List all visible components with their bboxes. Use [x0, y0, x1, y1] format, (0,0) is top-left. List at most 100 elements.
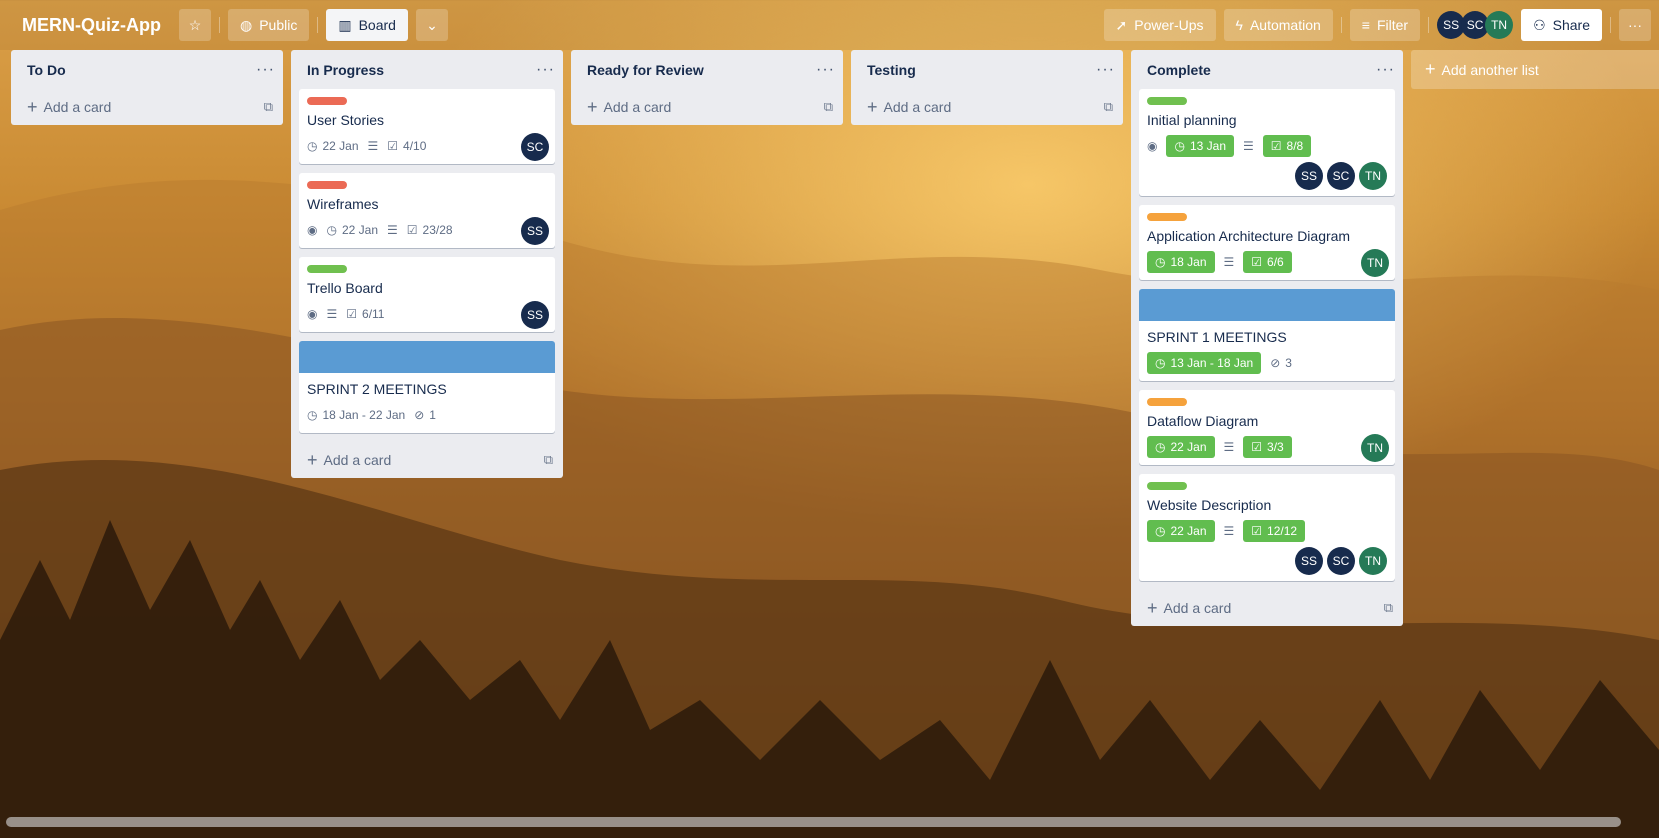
board-view-label: Board: [358, 17, 396, 33]
card-initial-planning[interactable]: Initial planning ◉ ◷ 13 Jan ☰ ☑ 8/8 SS SC …: [1139, 89, 1395, 196]
share-button[interactable]: ⚇ Share: [1521, 9, 1602, 41]
automation-button[interactable]: ϟ Automation: [1223, 9, 1333, 41]
due-date-badge[interactable]: ◷ 13 Jan: [1166, 135, 1234, 157]
plus-icon: +: [1425, 59, 1436, 79]
avatar[interactable]: SS: [1295, 547, 1323, 575]
checkbox-icon: ☑: [387, 139, 399, 153]
avatar[interactable]: TN: [1485, 11, 1514, 39]
star-button[interactable]: ☆: [178, 9, 211, 41]
avatar[interactable]: SS: [1295, 162, 1323, 190]
checklist-text: 6/11: [362, 307, 385, 321]
card-badges: ◷ 18 Jan ☰ ☑ 6/6: [1147, 250, 1387, 274]
attachment-count: 1: [429, 408, 436, 422]
view-switcher-button[interactable]: ⌄: [415, 9, 448, 41]
avatar[interactable]: SC: [1327, 547, 1355, 575]
more-icon[interactable]: ···: [816, 61, 835, 79]
list-header[interactable]: Complete ···: [1131, 50, 1403, 89]
avatar[interactable]: TN: [1361, 434, 1389, 462]
add-card-button[interactable]: + Add a card ⧉: [291, 442, 563, 478]
list-header[interactable]: To Do ···: [11, 50, 283, 89]
list-title[interactable]: In Progress: [307, 62, 384, 78]
add-card-button[interactable]: + Add a card ⧉: [1131, 590, 1403, 626]
board-menu-button[interactable]: ···: [1619, 9, 1651, 41]
card-members: TN: [1361, 249, 1389, 277]
add-card-button[interactable]: + Add a card ⧉: [11, 89, 283, 125]
card-sprint-2-meetings[interactable]: SPRINT 2 MEETINGS ◷ 18 Jan - 22 Jan ⊘ 1: [299, 341, 555, 433]
paperclip-icon: ⊘: [414, 408, 425, 422]
card-template-icon[interactable]: ⧉: [1384, 600, 1393, 616]
add-list-button[interactable]: + Add another list: [1411, 50, 1659, 89]
list-header[interactable]: In Progress ···: [291, 50, 563, 89]
more-icon[interactable]: ···: [256, 61, 275, 79]
list-header[interactable]: Ready for Review ···: [571, 50, 843, 89]
card-title: Website Description: [1147, 497, 1272, 513]
card-template-icon[interactable]: ⧉: [1104, 99, 1113, 115]
card-dataflow-diagram[interactable]: Dataflow Diagram ◷ 22 Jan ☰ ☑ 3/3 TN: [1139, 390, 1395, 465]
due-date-badge[interactable]: ◷ 18 Jan - 22 Jan: [307, 408, 405, 422]
card-wireframes[interactable]: Wireframes ◉ ◷ 22 Jan ☰ ☑ 23/28 SS: [299, 173, 555, 248]
card-label-green[interactable]: [307, 265, 347, 273]
card-label-orange[interactable]: [1147, 213, 1187, 221]
header-divider: [1428, 17, 1430, 33]
card-template-icon[interactable]: ⧉: [264, 99, 273, 115]
avatar[interactable]: SC: [521, 133, 549, 161]
card-application-architecture-diagram[interactable]: Application Architecture Diagram ◷ 18 Jan…: [1139, 205, 1395, 280]
card-template-icon[interactable]: ⧉: [544, 452, 553, 468]
card-template-icon[interactable]: ⧉: [824, 99, 833, 115]
card-trello-board[interactable]: Trello Board ◉ ☰ ☑ 6/11 SS: [299, 257, 555, 332]
avatar[interactable]: TN: [1361, 249, 1389, 277]
more-icon[interactable]: ···: [1376, 61, 1395, 79]
card-label-orange[interactable]: [1147, 398, 1187, 406]
add-card-button[interactable]: + Add a card ⧉: [571, 89, 843, 125]
card-website-description[interactable]: Website Description ◷ 22 Jan ☰ ☑ 12/12 SS …: [1139, 474, 1395, 581]
automation-label: Automation: [1249, 17, 1321, 33]
card-user-stories[interactable]: User Stories ◷ 22 Jan ☰ ☑ 4/10 SC: [299, 89, 555, 164]
avatar[interactable]: TN: [1359, 547, 1387, 575]
list-title[interactable]: To Do: [27, 62, 66, 78]
due-date-badge[interactable]: ◷ 22 Jan: [1147, 520, 1215, 542]
avatar[interactable]: SS: [521, 217, 549, 245]
powerups-button[interactable]: ➚ Power-Ups: [1103, 9, 1216, 41]
avatar[interactable]: TN: [1359, 162, 1387, 190]
list-title[interactable]: Complete: [1147, 62, 1211, 78]
add-card-button[interactable]: + Add a card ⧉: [851, 89, 1123, 125]
card-label-green[interactable]: [1147, 482, 1187, 490]
card-sprint-1-meetings[interactable]: SPRINT 1 MEETINGS ◷ 13 Jan - 18 Jan ⊘ 3: [1139, 289, 1395, 381]
card-members: TN: [1361, 434, 1389, 462]
card-label-red[interactable]: [307, 97, 347, 105]
add-card-label: Add a card: [323, 452, 392, 468]
due-date-text: 22 Jan: [322, 139, 359, 153]
list-title[interactable]: Testing: [867, 62, 916, 78]
list-testing: Testing ··· + Add a card ⧉: [851, 50, 1123, 125]
list-title[interactable]: Ready for Review: [587, 62, 704, 78]
checklist-text: 12/12: [1267, 524, 1298, 538]
more-icon[interactable]: ···: [1096, 61, 1115, 79]
list-header[interactable]: Testing ···: [851, 50, 1123, 89]
more-icon[interactable]: ···: [536, 61, 555, 79]
card-members: SS: [521, 217, 549, 245]
due-date-badge[interactable]: ◷ 18 Jan: [1147, 251, 1215, 273]
checklist-badge: ☑ 8/8: [1262, 135, 1312, 157]
list-complete: Complete ··· Initial planning ◉ ◷ 13 Jan …: [1131, 50, 1403, 626]
attachment-badge: ⊘ 1: [414, 408, 436, 422]
due-date-badge[interactable]: ◷ 22 Jan: [326, 223, 378, 237]
checklist-badge: ☑ 23/28: [407, 223, 453, 237]
board-title[interactable]: MERN-Quiz-App: [12, 15, 171, 36]
clock-icon: ◷: [1155, 356, 1166, 370]
avatar[interactable]: SS: [521, 301, 549, 329]
card-title: Initial planning: [1147, 112, 1237, 128]
visibility-button[interactable]: ◍ Public: [227, 9, 310, 41]
filter-button[interactable]: ≡ Filter: [1349, 9, 1421, 41]
card-label-red[interactable]: [307, 181, 347, 189]
due-date-badge[interactable]: ◷ 13 Jan - 18 Jan: [1147, 352, 1262, 374]
avatar[interactable]: SC: [1327, 162, 1355, 190]
checkbox-icon: ☑: [1251, 255, 1263, 269]
board-view-button[interactable]: ▥ Board: [326, 9, 408, 41]
card-label-green[interactable]: [1147, 97, 1187, 105]
due-date-badge[interactable]: ◷ 22 Jan: [1147, 436, 1215, 458]
horizontal-scrollbar[interactable]: [6, 817, 1621, 827]
due-date-badge[interactable]: ◷ 22 Jan: [307, 139, 359, 153]
card-badges: ◷ 13 Jan - 18 Jan ⊘ 3: [1147, 351, 1387, 375]
add-list-label: Add another list: [1441, 61, 1539, 78]
clock-icon: ◷: [1155, 255, 1166, 269]
